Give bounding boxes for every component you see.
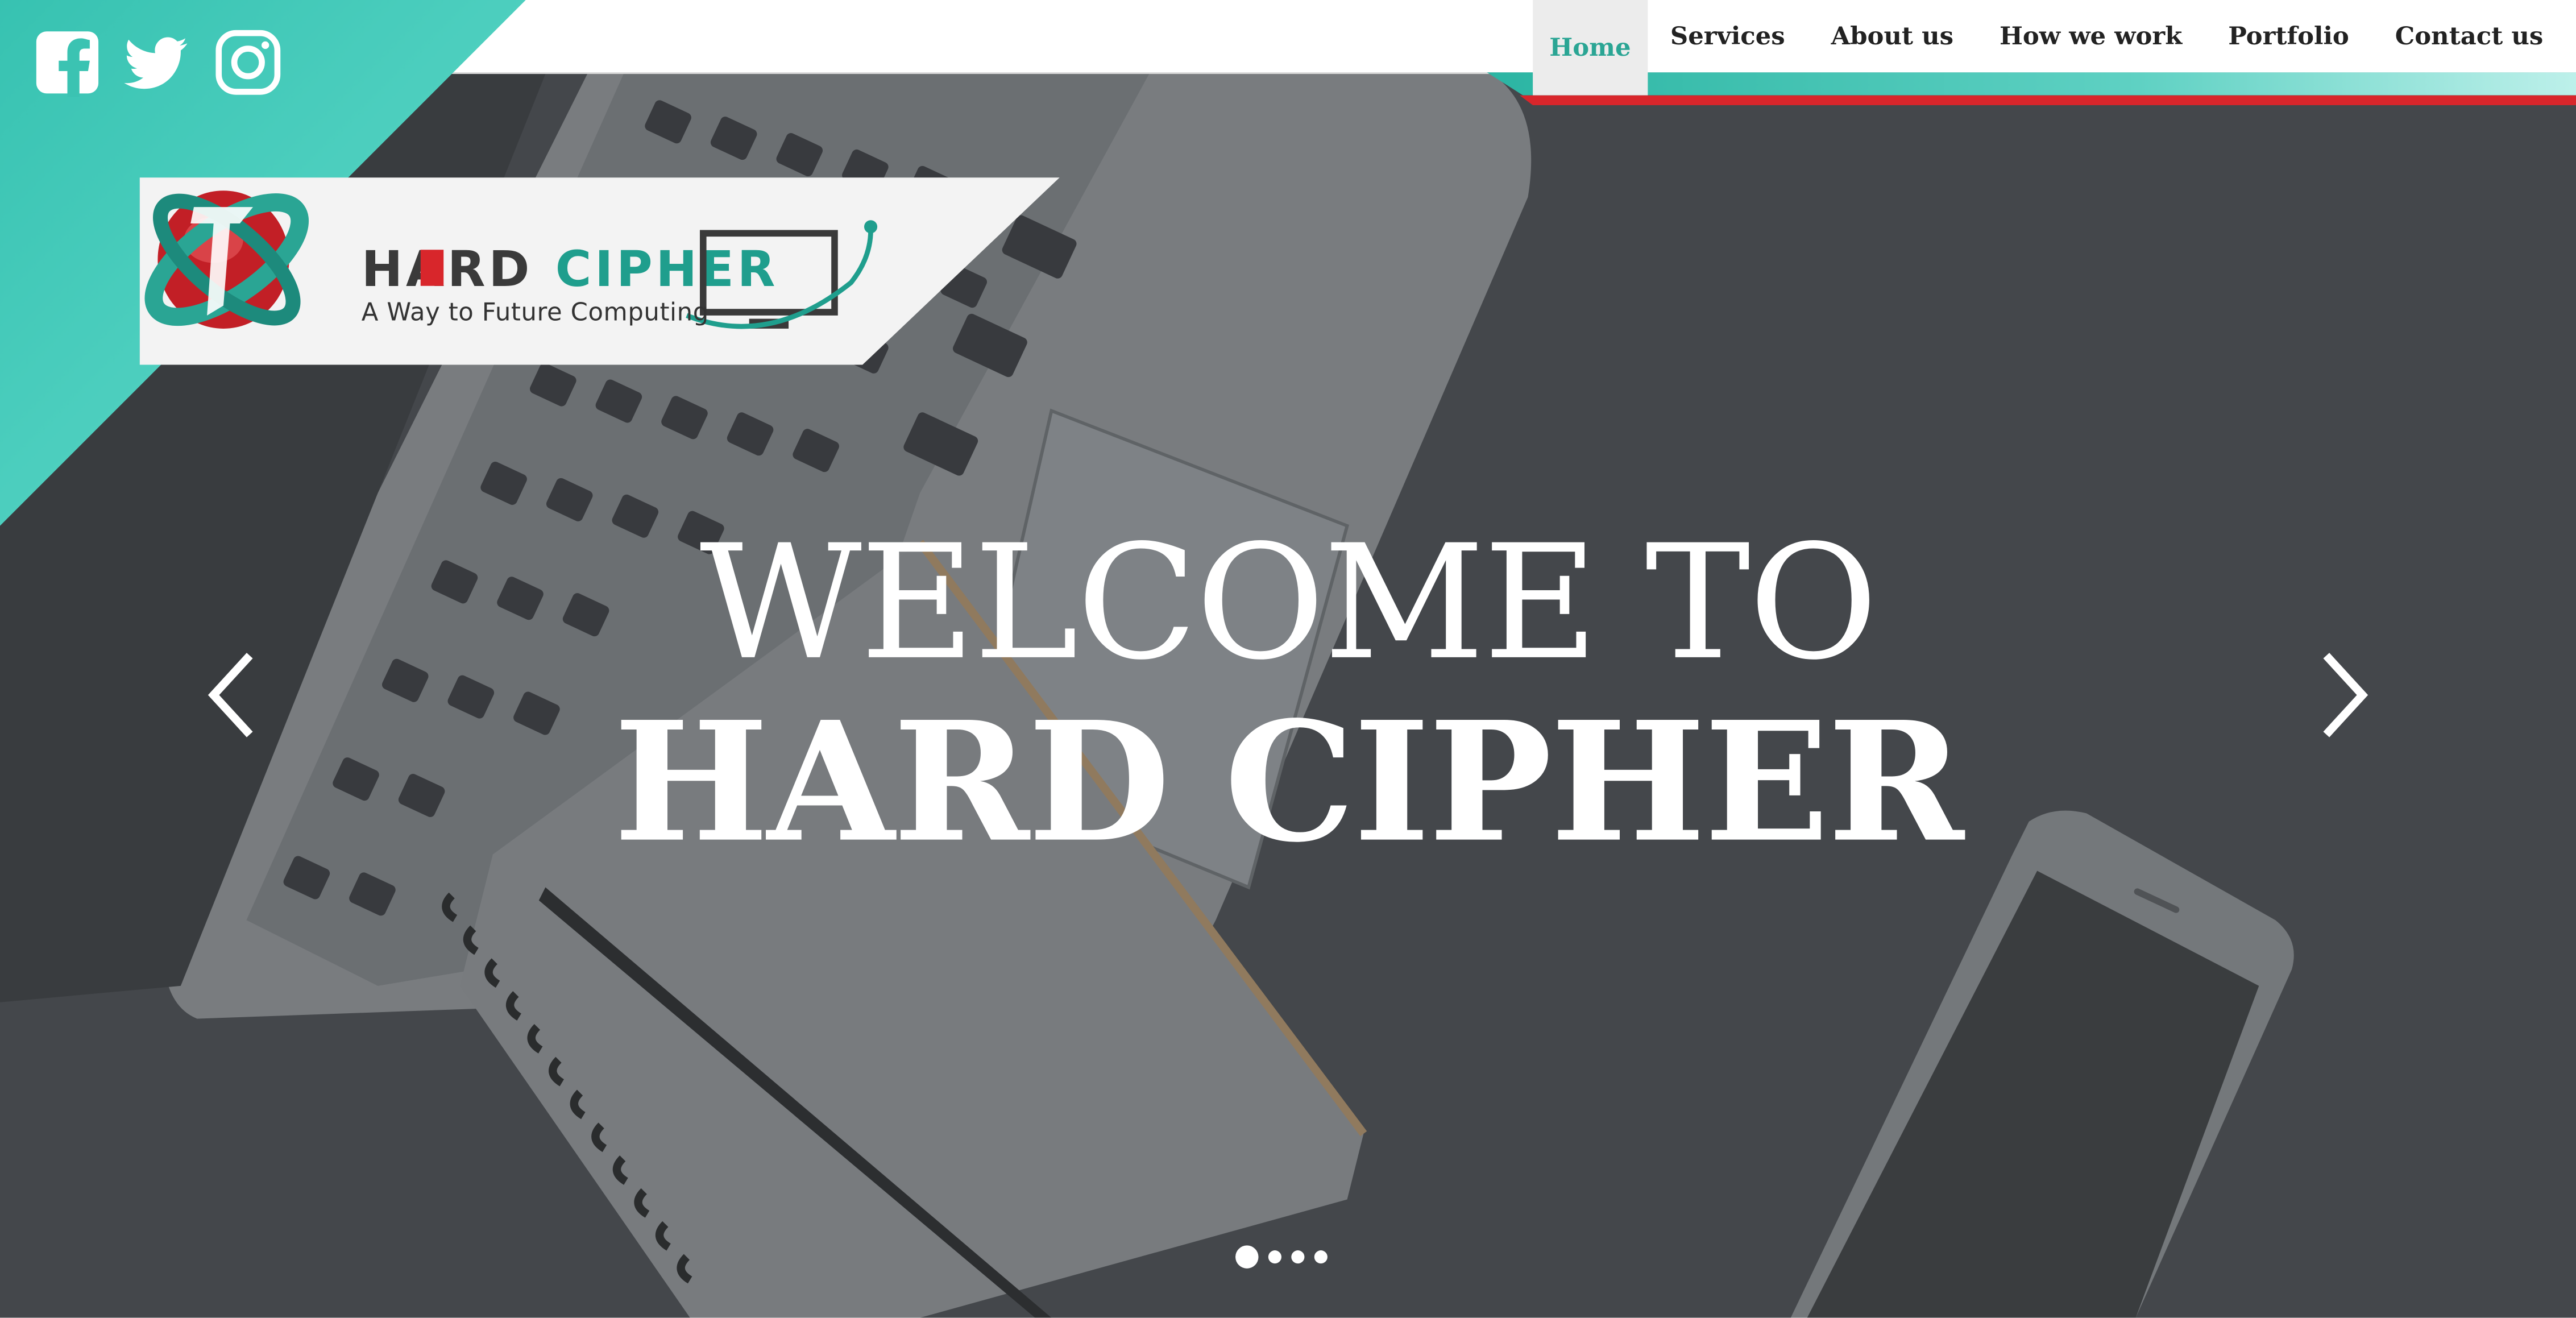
page: Home Services About us How we work Portf… xyxy=(0,0,2576,1318)
hard-cipher-wordmark: HARD CIPHER xyxy=(362,220,878,329)
nav-about-us[interactable]: About us xyxy=(1808,0,1976,72)
facebook-icon[interactable] xyxy=(33,28,102,97)
nav-contact-us[interactable]: Contact us xyxy=(2372,0,2566,72)
svg-text:HARD: HARD xyxy=(362,241,533,298)
header-red-stripe xyxy=(1519,95,2576,105)
header-accent-stripe xyxy=(1487,72,2576,96)
nav-portfolio[interactable]: Portfolio xyxy=(2205,0,2372,72)
carousel-dot-3[interactable] xyxy=(1291,1250,1305,1264)
nav-how-we-work[interactable]: How we work xyxy=(1976,0,2205,72)
carousel-dot-4[interactable] xyxy=(1314,1250,1328,1264)
carousel-next-arrow-icon[interactable] xyxy=(2316,649,2372,741)
nav-services[interactable]: Services xyxy=(1647,0,1808,72)
carousel-indicators xyxy=(1235,1245,1328,1269)
carousel-dot-1[interactable] xyxy=(1235,1245,1259,1269)
carousel-prev-arrow-icon[interactable] xyxy=(204,649,259,741)
nav-home[interactable]: Home xyxy=(1533,0,1648,96)
twitter-icon[interactable] xyxy=(122,28,190,97)
logo-emblem-icon xyxy=(144,190,309,329)
instagram-icon[interactable] xyxy=(214,28,283,97)
hero-heading-line1: WELCOME TO xyxy=(699,511,1878,695)
brand-tagline: A Way to Future Computing xyxy=(361,297,709,328)
carousel-dot-2[interactable] xyxy=(1268,1250,1281,1264)
main-nav: Home Services About us How we work Portf… xyxy=(1533,0,2566,96)
hero-heading-line2: HARD CIPHER xyxy=(613,685,1964,879)
svg-text:CIPHER: CIPHER xyxy=(555,241,779,298)
